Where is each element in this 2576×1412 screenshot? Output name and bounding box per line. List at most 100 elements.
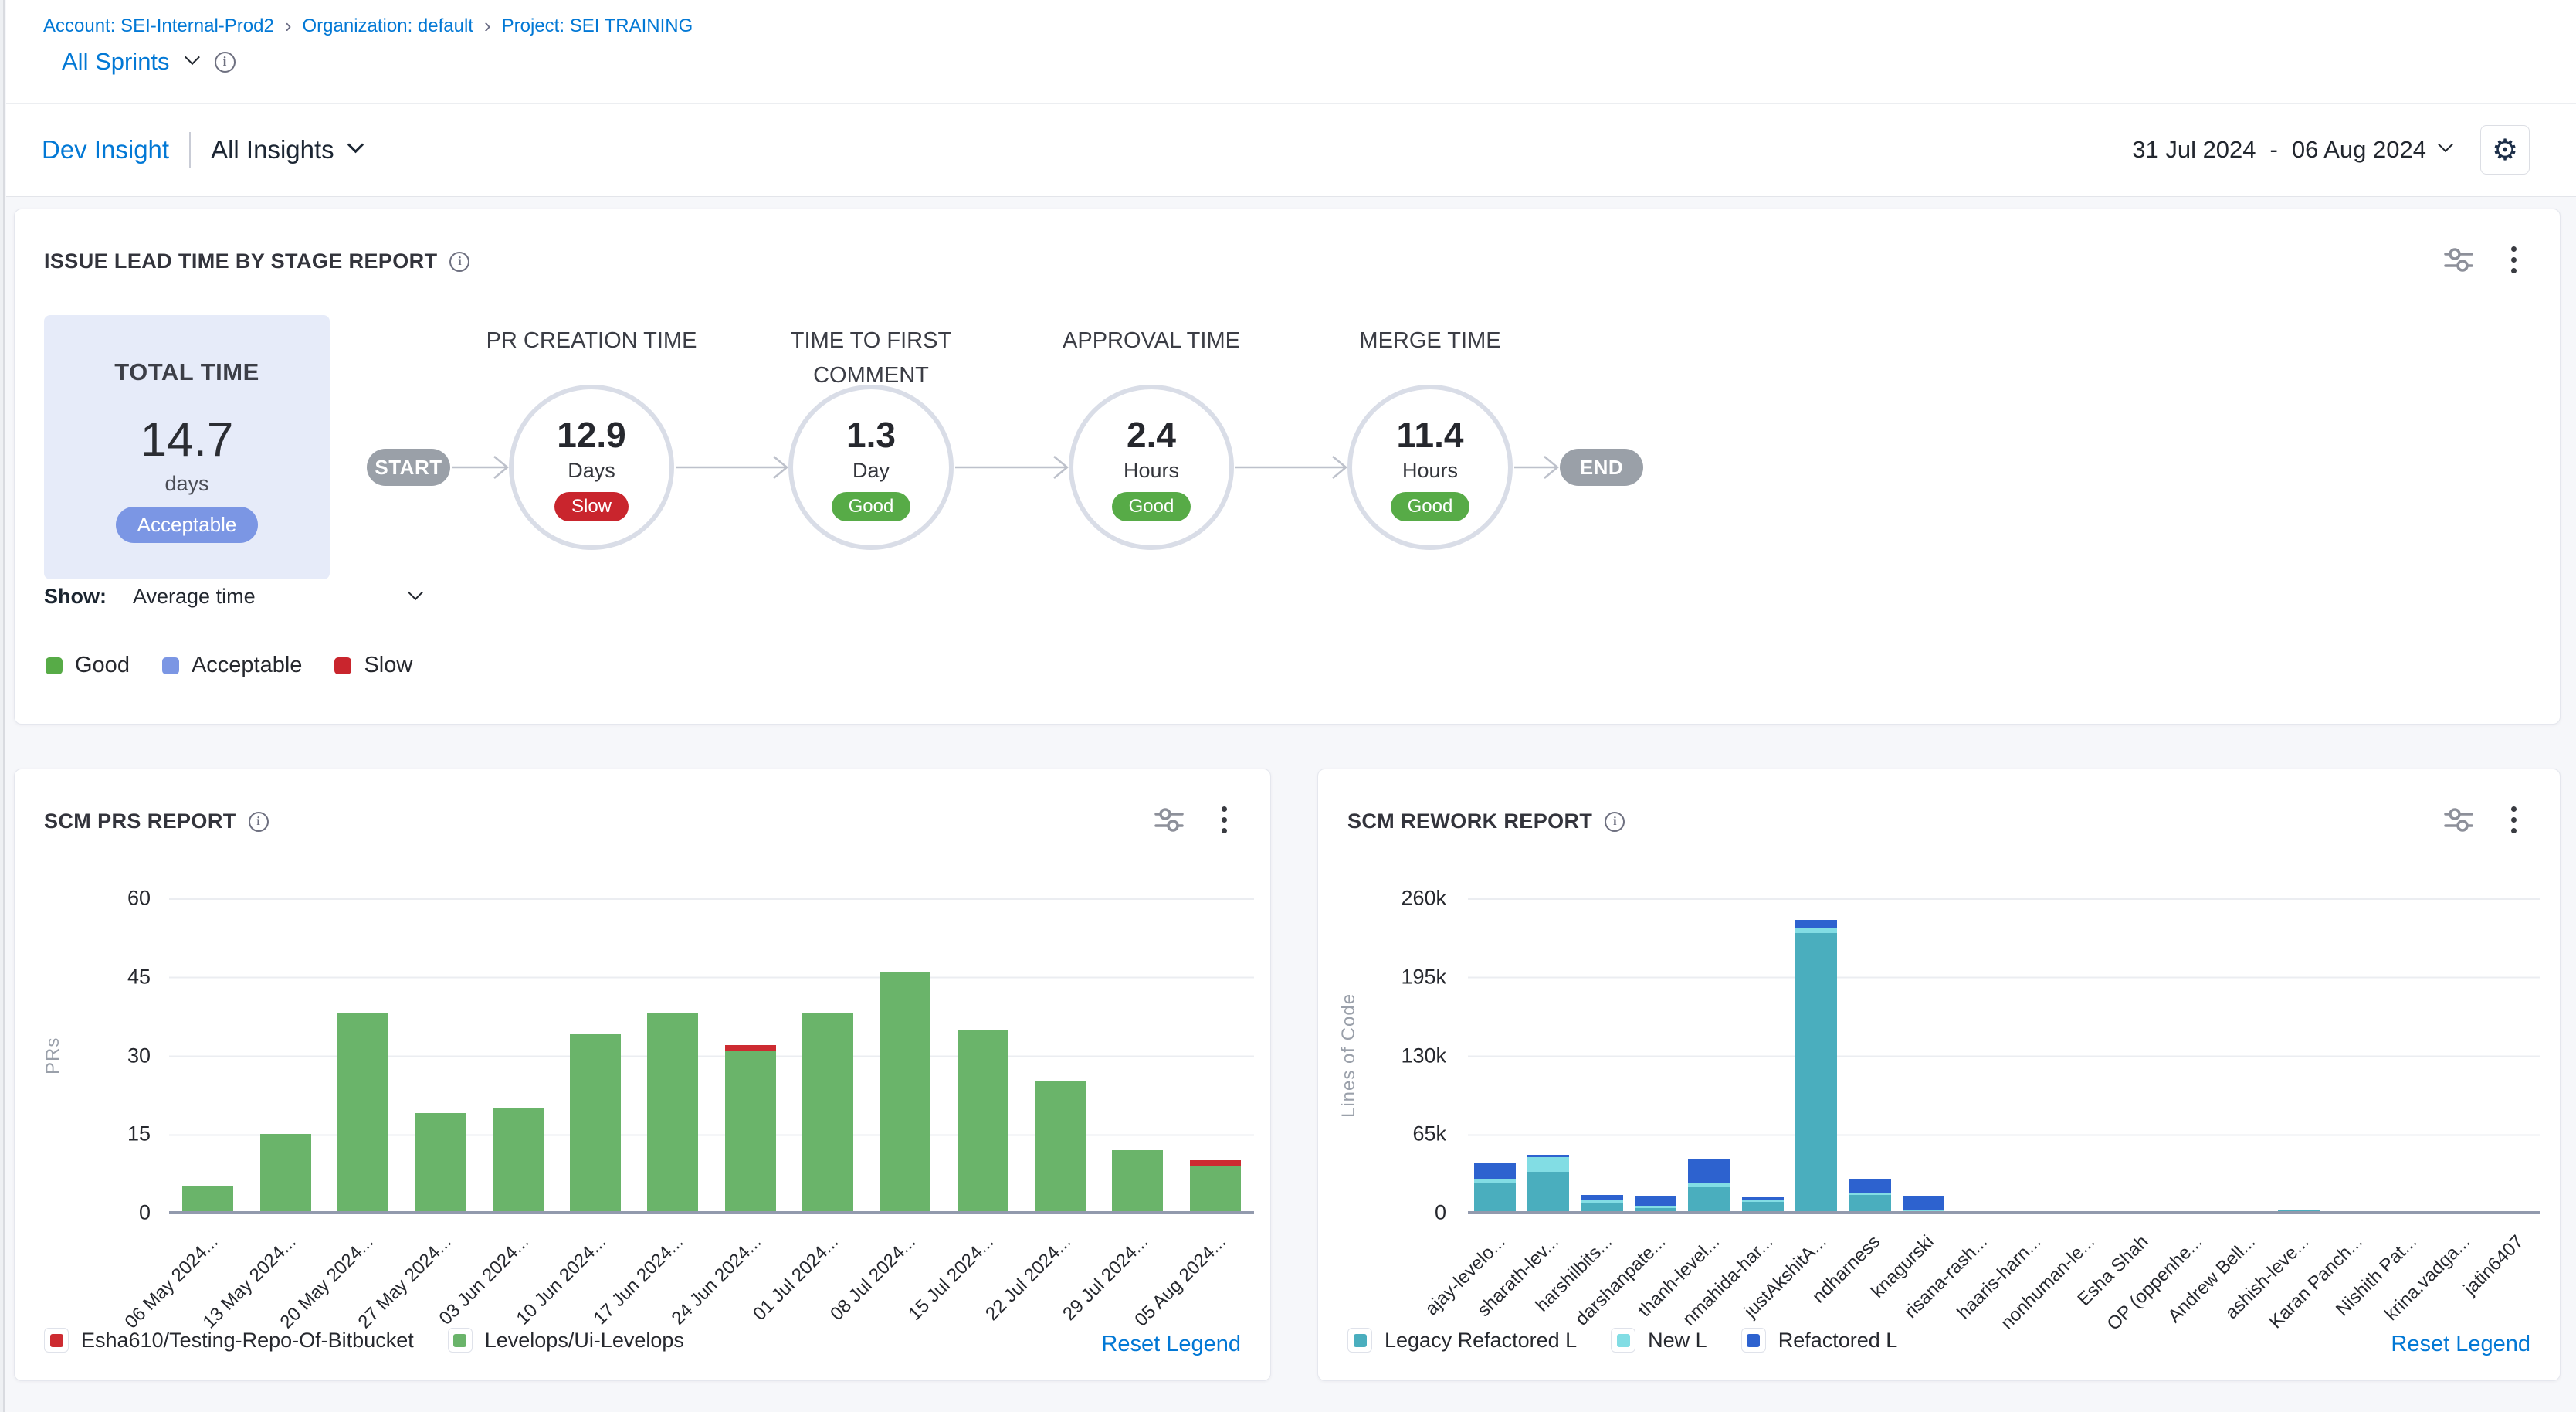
bar-segment[interactable]	[1903, 1196, 1944, 1210]
info-icon[interactable]	[249, 812, 269, 832]
breadcrumb-item[interactable]: Project: SEI TRAINING	[502, 15, 693, 37]
settings-button[interactable]	[2480, 125, 2530, 175]
bar-segment[interactable]	[260, 1134, 311, 1213]
filter-settings-icon[interactable]	[2443, 246, 2474, 273]
bar-segment[interactable]	[1795, 928, 1837, 934]
chevron-down-icon[interactable]	[185, 49, 200, 65]
legend-swatch[interactable]	[1347, 1328, 1372, 1353]
insight-dropdown[interactable]: All Insights	[211, 135, 361, 165]
bar[interactable]	[1688, 1159, 1730, 1213]
x-axis-line	[169, 1211, 1254, 1214]
bar-segment[interactable]	[415, 1113, 466, 1213]
breadcrumb-item[interactable]: Account: SEI-Internal-Prod2	[43, 15, 274, 37]
bar[interactable]	[570, 1034, 621, 1213]
legend-item[interactable]: New L	[1611, 1328, 1707, 1353]
show-value[interactable]: Average time	[133, 585, 256, 609]
legend-item[interactable]: Legacy Refactored L	[1347, 1328, 1577, 1353]
show-selector[interactable]: Show: Average time	[44, 585, 421, 609]
legend-item[interactable]: Refactored L	[1741, 1328, 1898, 1353]
breadcrumb-item[interactable]: Organization: default	[303, 15, 473, 37]
legend-swatch[interactable]	[1741, 1328, 1766, 1353]
bar-segment[interactable]	[958, 1030, 1008, 1213]
dev-insight-link[interactable]: Dev Insight	[42, 135, 169, 165]
stage-node[interactable]: 1.3DayGood	[788, 385, 954, 550]
bar-segment[interactable]	[1688, 1187, 1730, 1213]
legend-item[interactable]: Esha610/Testing-Repo-Of-Bitbucket	[44, 1328, 414, 1353]
bar-segment[interactable]	[1581, 1195, 1623, 1201]
bar-segment[interactable]	[647, 1013, 698, 1213]
bar[interactable]	[1112, 1150, 1163, 1213]
bar[interactable]	[1903, 1196, 1944, 1213]
bar[interactable]	[1742, 1197, 1784, 1213]
bar-segment[interactable]	[570, 1034, 621, 1213]
bar[interactable]	[802, 1013, 853, 1213]
bar[interactable]	[647, 1013, 698, 1213]
bar-slot	[789, 898, 866, 1213]
legend-item[interactable]: Levelops/Ui-Levelops	[448, 1328, 684, 1353]
bar-segment[interactable]	[1527, 1157, 1569, 1172]
legend-swatch[interactable]	[1611, 1328, 1635, 1353]
legend-swatch[interactable]	[44, 1328, 69, 1353]
bar[interactable]	[725, 1045, 776, 1213]
info-icon[interactable]	[1605, 812, 1625, 832]
reset-legend-link[interactable]: Reset Legend	[2391, 1332, 2530, 1357]
bar-segment[interactable]	[182, 1186, 233, 1213]
bar-segment[interactable]	[1849, 1195, 1891, 1213]
bar-segment[interactable]	[725, 1045, 776, 1051]
sprint-selector[interactable]: All Sprints	[62, 48, 236, 76]
chevron-down-icon[interactable]	[2438, 137, 2453, 152]
date-range-picker[interactable]: 31 Jul 2024 - 06 Aug 2024	[2132, 136, 2451, 164]
bar-segment[interactable]	[802, 1013, 853, 1213]
bar[interactable]	[880, 972, 930, 1213]
bar[interactable]	[1635, 1196, 1676, 1213]
reset-legend-link[interactable]: Reset Legend	[1101, 1332, 1241, 1357]
bar-segment[interactable]	[1474, 1183, 1516, 1213]
more-menu-icon[interactable]	[2511, 246, 2517, 252]
bar-segment[interactable]	[1190, 1166, 1241, 1213]
bar-segment[interactable]	[1527, 1172, 1569, 1213]
more-menu-icon[interactable]	[1222, 806, 1227, 812]
date-range-start[interactable]: 31 Jul 2024	[2132, 136, 2256, 164]
bar-segment[interactable]	[880, 972, 930, 1213]
bar-segment[interactable]	[1190, 1160, 1241, 1166]
info-icon[interactable]	[215, 52, 236, 73]
bar[interactable]	[1795, 920, 1837, 1213]
bar-segment[interactable]	[493, 1108, 544, 1213]
bar[interactable]	[260, 1134, 311, 1213]
bar-segment[interactable]	[1688, 1159, 1730, 1183]
bar[interactable]	[958, 1030, 1008, 1213]
legend-item: Slow	[334, 653, 412, 678]
filter-settings-icon[interactable]	[1154, 806, 1185, 833]
date-range-end[interactable]: 06 Aug 2024	[2292, 136, 2426, 164]
bar[interactable]	[1527, 1155, 1569, 1213]
bar-segment[interactable]	[1474, 1163, 1516, 1179]
bar[interactable]	[1849, 1179, 1891, 1213]
bar-segment[interactable]	[725, 1051, 776, 1213]
bar[interactable]	[1581, 1195, 1623, 1213]
stage-node[interactable]: 11.4HoursGood	[1347, 385, 1513, 550]
bar[interactable]	[493, 1108, 544, 1213]
stage-node[interactable]: 12.9DaysSlow	[509, 385, 674, 550]
chevron-down-icon[interactable]	[408, 585, 423, 600]
bar-segment[interactable]	[1795, 920, 1837, 927]
bar-segment[interactable]	[1795, 933, 1837, 1213]
stage-node[interactable]: 2.4HoursGood	[1069, 385, 1234, 550]
bar-segment[interactable]	[1112, 1150, 1163, 1213]
insight-dropdown-value[interactable]: All Insights	[211, 135, 334, 165]
legend-swatch[interactable]	[448, 1328, 473, 1353]
bar-segment[interactable]	[1035, 1081, 1086, 1213]
bar[interactable]	[337, 1013, 388, 1213]
more-menu-icon[interactable]	[2511, 806, 2517, 812]
bar-segment[interactable]	[337, 1013, 388, 1213]
legend-label: Acceptable	[192, 653, 303, 678]
chevron-down-icon[interactable]	[347, 137, 364, 153]
sprint-selector-label[interactable]: All Sprints	[62, 48, 170, 76]
bar[interactable]	[1035, 1081, 1086, 1213]
bar-segment[interactable]	[1849, 1179, 1891, 1192]
filter-settings-icon[interactable]	[2443, 806, 2474, 833]
bar-segment[interactable]	[1635, 1196, 1676, 1206]
bar[interactable]	[182, 1186, 233, 1213]
bar[interactable]	[1190, 1160, 1241, 1213]
bar[interactable]	[1474, 1163, 1516, 1213]
bar[interactable]	[415, 1113, 466, 1213]
